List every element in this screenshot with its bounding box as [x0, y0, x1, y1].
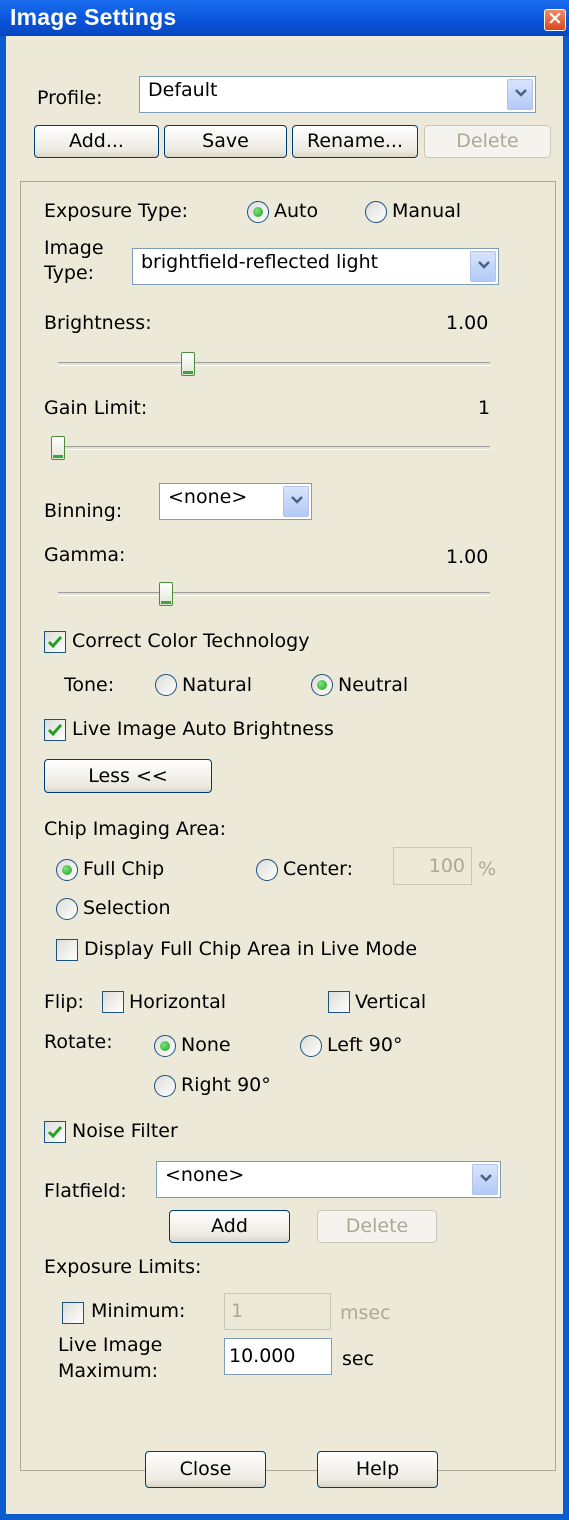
close-icon: ×: [547, 7, 563, 29]
flip-vertical-checkbox[interactable]: [328, 991, 350, 1013]
delete-profile-button[interactable]: Delete: [424, 125, 551, 158]
gamma-value: 1.00: [446, 546, 489, 568]
full-chip-radio[interactable]: [56, 859, 78, 881]
exposure-manual-label: Manual: [392, 200, 462, 222]
minimum-value: 1: [231, 1300, 244, 1322]
maximum-value: 10.000: [229, 1345, 296, 1367]
live-auto-brightness-label: Live Image Auto Brightness: [72, 718, 334, 740]
center-radio[interactable]: [256, 859, 278, 881]
gain-limit-label: Gain Limit:: [44, 397, 148, 419]
exposure-manual-radio[interactable]: [365, 201, 387, 223]
flip-label: Flip:: [44, 991, 84, 1013]
noise-filter-checkbox[interactable]: [44, 1121, 66, 1143]
image-type-value: brightfield-reflected light: [141, 251, 379, 273]
flatfield-delete-button[interactable]: Delete: [317, 1210, 437, 1243]
selection-radio[interactable]: [56, 898, 78, 920]
close-window-button[interactable]: ×: [544, 7, 566, 31]
rotate-none-radio[interactable]: [154, 1035, 176, 1057]
tone-neutral-radio[interactable]: [311, 674, 333, 696]
minimum-field[interactable]: 1: [224, 1293, 331, 1330]
binning-select[interactable]: <none>: [159, 483, 312, 520]
center-label: Center:: [283, 858, 354, 880]
display-full-chip-label: Display Full Chip Area in Live Mode: [84, 938, 418, 960]
image-settings-window: Image Settings × Profile: Default Add...…: [0, 0, 569, 1520]
rotate-left-label: Left 90°: [327, 1034, 403, 1056]
live-maximum-label-line2: Maximum:: [58, 1360, 159, 1382]
tone-label: Tone:: [64, 674, 115, 696]
rotate-label: Rotate:: [44, 1031, 113, 1053]
chevron-down-icon[interactable]: [283, 486, 309, 517]
rotate-left-radio[interactable]: [300, 1035, 322, 1057]
gain-limit-slider-thumb[interactable]: [51, 436, 65, 460]
full-chip-label: Full Chip: [83, 858, 165, 880]
profile-label: Profile:: [37, 87, 103, 109]
brightness-slider-thumb[interactable]: [180, 352, 195, 376]
binning-label: Binning:: [44, 500, 123, 522]
gain-limit-value: 1: [478, 397, 491, 419]
gamma-label: Gamma:: [44, 544, 126, 566]
flip-horizontal-checkbox[interactable]: [102, 991, 124, 1013]
tone-natural-label: Natural: [182, 674, 253, 696]
flatfield-add-button[interactable]: Add: [169, 1210, 290, 1243]
window-title: Image Settings: [10, 4, 177, 30]
exposure-type-label: Exposure Type:: [44, 200, 189, 222]
add-profile-button[interactable]: Add...: [34, 125, 159, 158]
minimum-label: Minimum:: [91, 1300, 186, 1322]
profile-select[interactable]: Default: [139, 76, 536, 113]
chevron-down-icon[interactable]: [470, 251, 496, 282]
save-profile-button[interactable]: Save: [164, 125, 287, 158]
flatfield-value: <none>: [165, 1164, 245, 1186]
gain-limit-slider-track[interactable]: [58, 446, 490, 450]
display-full-chip-checkbox[interactable]: [56, 939, 78, 961]
tone-natural-radio[interactable]: [155, 674, 177, 696]
brightness-slider-track[interactable]: [58, 362, 490, 366]
image-type-select[interactable]: brightfield-reflected light: [132, 248, 499, 285]
flatfield-label: Flatfield:: [44, 1180, 127, 1202]
maximum-field[interactable]: 10.000: [224, 1338, 332, 1375]
selection-label: Selection: [83, 897, 171, 919]
flip-horizontal-label: Horizontal: [129, 991, 227, 1013]
rotate-right-radio[interactable]: [154, 1075, 176, 1097]
flip-vertical-label: Vertical: [355, 991, 427, 1013]
brightness-value: 1.00: [446, 312, 489, 334]
close-button[interactable]: Close: [145, 1451, 266, 1488]
rename-profile-button[interactable]: Rename...: [292, 125, 418, 158]
exposure-auto-radio[interactable]: [247, 201, 269, 223]
dialog-body: Profile: Default Add... Save Rename... D…: [6, 36, 563, 1514]
chevron-down-icon[interactable]: [507, 79, 533, 110]
center-percent-field[interactable]: 100: [393, 847, 472, 885]
exposure-auto-label: Auto: [274, 200, 319, 222]
brightness-label: Brightness:: [44, 312, 152, 334]
binning-value: <none>: [168, 486, 248, 508]
rotate-none-label: None: [181, 1034, 231, 1056]
exposure-limits-label: Exposure Limits:: [44, 1256, 202, 1278]
title-bar[interactable]: Image Settings ×: [0, 0, 569, 36]
profile-value: Default: [148, 79, 218, 101]
chip-area-label: Chip Imaging Area:: [44, 818, 227, 840]
percent-unit: %: [478, 858, 497, 880]
rotate-right-label: Right 90°: [181, 1074, 271, 1096]
gamma-slider-thumb[interactable]: [159, 582, 173, 606]
tone-neutral-label: Neutral: [338, 674, 409, 696]
minimum-unit: msec: [340, 1302, 391, 1324]
less-button[interactable]: Less <<: [44, 759, 212, 793]
live-maximum-label-line1: Live Image: [58, 1334, 163, 1356]
center-percent-value: 100: [428, 855, 465, 877]
image-type-label-line1: Image: [44, 237, 104, 259]
flatfield-select[interactable]: <none>: [156, 1161, 501, 1198]
live-auto-brightness-checkbox[interactable]: [44, 719, 66, 741]
noise-filter-label: Noise Filter: [72, 1120, 178, 1142]
gamma-slider-track[interactable]: [58, 592, 490, 596]
minimum-checkbox[interactable]: [62, 1302, 84, 1324]
image-type-label-line2: Type:: [44, 262, 95, 284]
maximum-unit: sec: [342, 1348, 375, 1370]
correct-color-checkbox[interactable]: [44, 631, 66, 653]
help-button[interactable]: Help: [317, 1451, 438, 1488]
chevron-down-icon[interactable]: [472, 1164, 498, 1195]
correct-color-label: Correct Color Technology: [72, 630, 310, 652]
